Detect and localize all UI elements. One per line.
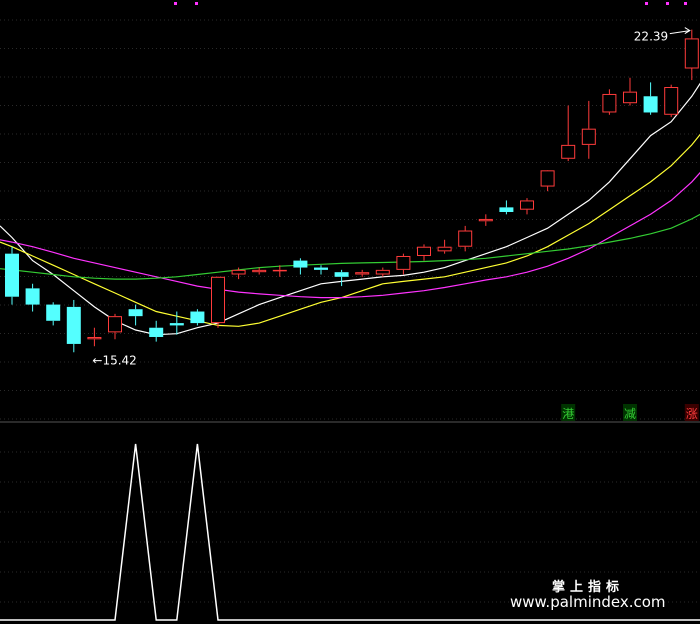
badge-zhang: 涨 — [686, 406, 698, 421]
candle-body — [499, 207, 514, 212]
candle-body — [46, 304, 61, 321]
candle-body — [540, 170, 555, 187]
down-candle — [190, 309, 205, 326]
candle-body — [87, 336, 102, 340]
marker-dot — [174, 2, 177, 5]
candle-body — [375, 269, 390, 275]
candle-body — [478, 218, 493, 222]
candle-body — [149, 327, 164, 337]
high-price-label: 22.39 — [634, 30, 668, 44]
candle-body — [664, 87, 679, 115]
candle-body — [169, 323, 184, 326]
down-candle — [5, 246, 19, 305]
candle-body — [437, 246, 452, 252]
candle-body — [520, 200, 534, 210]
candle-body — [581, 128, 596, 145]
candle-body — [684, 38, 699, 69]
candle-body — [417, 246, 431, 256]
low-price-label: ←15.42 — [92, 353, 136, 367]
candle-body — [25, 288, 40, 305]
candle-body — [643, 96, 658, 113]
marker-dot — [645, 2, 648, 5]
candle-body — [108, 316, 122, 333]
marker-dot — [684, 2, 687, 5]
candle-body — [334, 272, 349, 277]
candle-body — [211, 276, 225, 324]
candle-body — [602, 93, 617, 113]
candle-body — [272, 269, 287, 272]
candle-body — [561, 144, 576, 159]
candle-body — [314, 267, 328, 270]
candle-body — [66, 306, 81, 344]
candle-body — [355, 272, 370, 275]
chart-background — [0, 0, 700, 624]
candle-body — [623, 91, 637, 104]
candle-body — [231, 269, 246, 275]
candle-body — [190, 311, 205, 324]
marker-dot — [195, 2, 198, 5]
candle-body — [458, 230, 473, 247]
candle-body — [293, 260, 308, 268]
marker-dot — [666, 2, 669, 5]
up-candle — [211, 276, 225, 328]
candle-body — [396, 255, 411, 270]
up-candle — [664, 84, 679, 118]
stock-chart: ←15.42 22.39 港 减 涨 掌上指标 www.palmindex.co… — [0, 0, 700, 624]
candle-body — [252, 269, 267, 273]
badge-jian: 减 — [624, 407, 636, 421]
candle-body — [5, 253, 19, 297]
badge-gang: 港 — [562, 407, 574, 421]
watermark-url: www.palmindex.com — [510, 593, 666, 611]
candle-body — [128, 309, 143, 317]
